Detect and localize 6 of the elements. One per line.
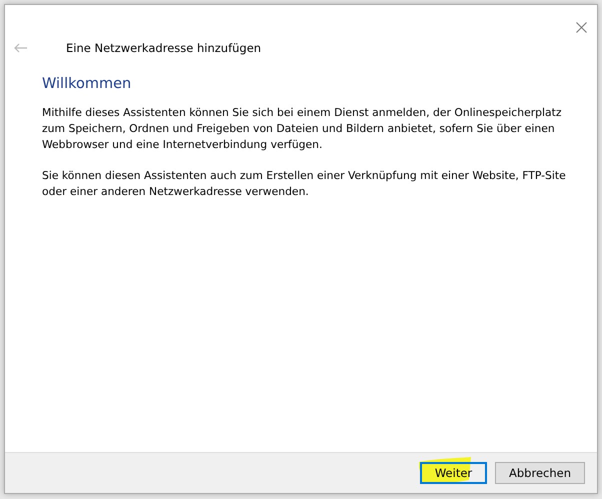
window-title: Eine Netzwerkadresse hinzufügen xyxy=(66,41,262,55)
paragraph: Sie können diesen Assistenten auch zum Erstellen einer Verknüpfung mit einer Website, FTP-Site oder einer anderen Netzwerkadresse verwenden. xyxy=(42,168,567,200)
heading: Willkommen xyxy=(42,76,132,92)
close-icon[interactable] xyxy=(576,22,587,33)
cancel-button[interactable]: Abbrechen xyxy=(495,462,585,484)
paragraph: Mithilfe dieses Assistenten können Sie sich bei einem Dienst anmelden, der Onlinespeicherplatz zum Speichern, Ordnen und Freigeben von Dateien und Bildern anbietet, sofern Sie über einen Webbrowser und eine Internetverbindung verfügen. xyxy=(42,105,563,153)
